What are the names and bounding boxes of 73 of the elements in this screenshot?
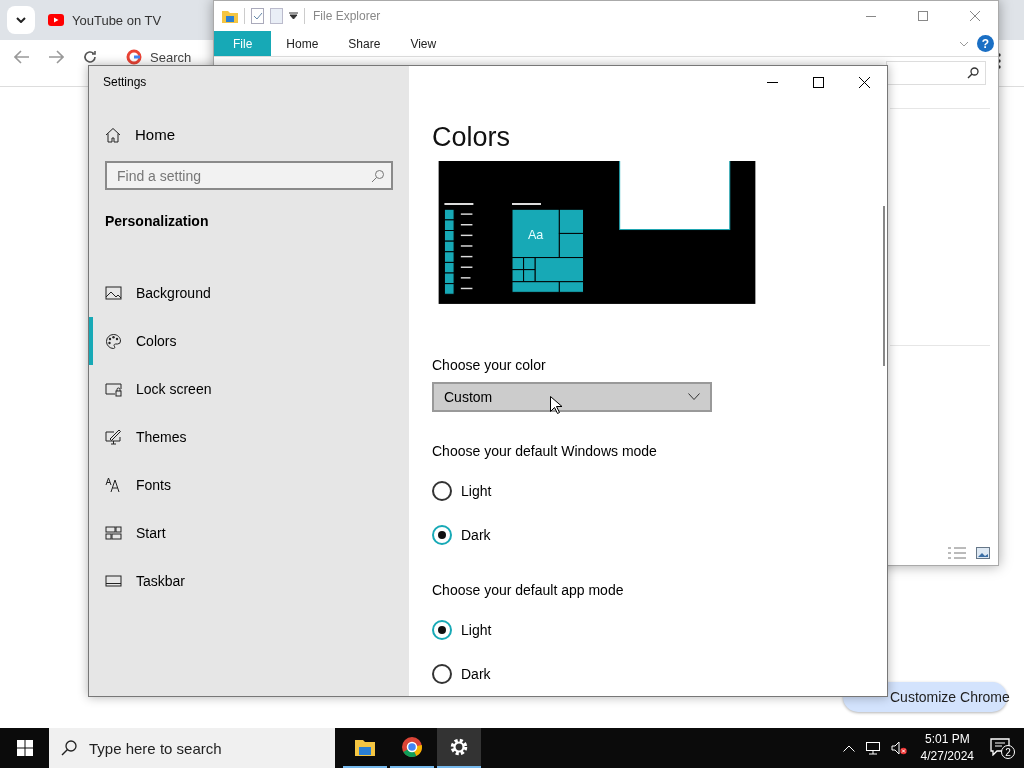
search-field[interactable]: Find a setting	[105, 161, 393, 190]
help-button[interactable]: ?	[977, 35, 994, 52]
omnibox-text[interactable]: Search	[150, 49, 192, 65]
radio-button[interactable]	[432, 664, 452, 684]
window-title: Settings	[103, 75, 147, 89]
gear-icon	[448, 736, 470, 758]
taskbar-app-button[interactable]	[437, 728, 481, 768]
nav-item[interactable]: Fonts	[89, 461, 409, 509]
cursor-icon	[550, 395, 562, 414]
page-title: Colors	[432, 122, 512, 153]
color-dropdown[interactable]: Custom	[432, 381, 712, 412]
chevron-up-icon[interactable]	[842, 744, 855, 752]
clock-time[interactable]: 5:01 PM	[924, 731, 970, 748]
radio-button[interactable]	[432, 525, 452, 545]
forward-arrow-icon[interactable]	[48, 50, 64, 64]
radio-label[interactable]: Dark	[461, 527, 491, 543]
video-logo-icon	[48, 14, 64, 26]
nav-item[interactable]: Start	[89, 509, 409, 557]
chevron-down-icon[interactable]	[959, 41, 969, 47]
tab-title[interactable]: YouTube on TV	[72, 12, 162, 28]
sample-text: Aa	[528, 228, 544, 243]
folder-icon[interactable]	[222, 9, 238, 23]
chevron-down-icon	[16, 17, 26, 23]
clock-date[interactable]: 4/27/2024	[920, 748, 974, 765]
ribbon-tab[interactable]: Share	[333, 31, 396, 56]
ribbon-tab[interactable]: Home	[271, 31, 334, 56]
lock-screen-icon	[105, 381, 122, 397]
field-label: Choose your color	[432, 356, 547, 373]
window-title: File Explorer	[313, 9, 382, 23]
maximize-icon[interactable]	[812, 76, 824, 88]
radio-button[interactable]	[432, 620, 452, 640]
section-heading: Personalization	[105, 213, 210, 229]
nav-item[interactable]: Background	[89, 269, 409, 317]
browser-logo-icon	[401, 736, 423, 758]
caret-icon[interactable]	[289, 12, 298, 20]
back-arrow-icon[interactable]	[14, 50, 30, 64]
nav-item[interactable]: Taskbar	[89, 557, 409, 605]
radio-button[interactable]	[432, 481, 452, 501]
muted-speaker-icon[interactable]	[890, 741, 907, 755]
group-label: Choose your default app mode	[432, 582, 625, 598]
search-icon	[61, 740, 77, 756]
radio-label[interactable]: Light	[461, 483, 492, 499]
nav-item[interactable]: Colors	[89, 317, 409, 365]
thumbnail-view-icon[interactable]	[976, 547, 990, 559]
radio-label[interactable]: Light	[461, 622, 492, 638]
checked-page-icon[interactable]	[251, 8, 264, 24]
network-icon[interactable]	[864, 741, 881, 755]
home-link[interactable]: Home	[135, 126, 175, 143]
chevron-down-icon	[688, 393, 700, 401]
minimize-icon[interactable]	[766, 81, 778, 83]
palette-icon	[105, 333, 122, 349]
reload-icon[interactable]	[82, 49, 98, 65]
font-icon	[105, 477, 122, 493]
windows-logo-icon[interactable]	[16, 740, 33, 756]
taskbar-icon	[105, 573, 122, 589]
search-icon	[371, 169, 385, 183]
home-icon[interactable]	[105, 126, 121, 143]
radio-label[interactable]: Dark	[461, 666, 491, 682]
nav-item[interactable]: Themes	[89, 413, 409, 461]
tab-search-button[interactable]	[7, 6, 35, 34]
message-icon	[990, 738, 1010, 756]
search-icon	[967, 67, 979, 79]
ribbon-tab[interactable]: View	[395, 31, 452, 56]
start-tiles-icon	[105, 525, 122, 541]
search-field[interactable]: Type here to search	[49, 728, 335, 768]
group-label: Choose your default Windows mode	[432, 443, 658, 459]
close-icon[interactable]	[858, 76, 870, 88]
nav-item[interactable]: Lock screen	[89, 365, 409, 413]
picture-icon	[105, 285, 122, 301]
brush-monitor-icon	[105, 429, 122, 445]
notification-button[interactable]: 2	[990, 736, 1016, 760]
notification-badge: 2	[1001, 745, 1015, 759]
search-engine-logo-icon	[126, 49, 142, 65]
